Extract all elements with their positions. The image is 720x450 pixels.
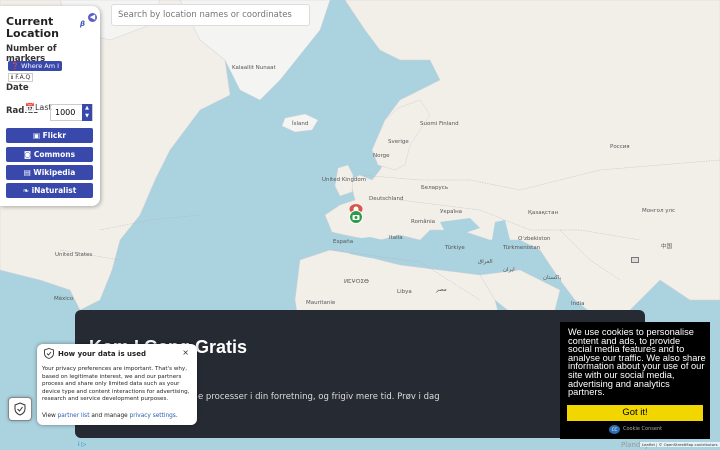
chevron-left-icon: ◀ bbox=[89, 13, 96, 21]
privacy-and-manage-text: and manage bbox=[91, 413, 128, 419]
date-select[interactable]: 📅Last bbox=[25, 103, 52, 112]
map-label-turkmenistan: Türkmenistan bbox=[503, 245, 541, 251]
ad-info-icon[interactable]: i ▷ bbox=[78, 441, 86, 448]
cookie-message: We use cookies to personalise content an… bbox=[568, 327, 706, 398]
chevron-down-icon: ▼ bbox=[85, 113, 89, 119]
date-label: Date bbox=[6, 83, 29, 93]
flickr-icon: ▣ bbox=[32, 131, 41, 140]
camera-icon: ◙ bbox=[23, 150, 32, 159]
privacy-settings-link[interactable]: privacy settings bbox=[130, 413, 176, 419]
beta-badge: β bbox=[80, 20, 86, 28]
map-label-russia: Россия bbox=[610, 144, 630, 150]
map-label-greenland: Kalaallit Nunaat bbox=[232, 65, 276, 71]
panel-title: Current Location bbox=[6, 15, 59, 40]
collapse-panel-button[interactable]: ◀ bbox=[88, 13, 97, 22]
map-attribution[interactable]: Leaflet | © OpenStreetMap contributors bbox=[640, 442, 720, 447]
cookie-banner: We use cookies to personalise content an… bbox=[560, 322, 710, 439]
map-label-turkey: Türkiye bbox=[445, 245, 465, 251]
privacy-view-text: View bbox=[42, 413, 56, 419]
camera-marker-icon bbox=[349, 210, 363, 224]
shield-check-icon bbox=[14, 402, 26, 416]
map-label-iceland: Ísland bbox=[292, 121, 309, 127]
map-label-finland: Suomi Finland bbox=[420, 121, 459, 127]
leaf-icon: ❧ bbox=[22, 186, 29, 195]
wikipedia-label: Wikipedia bbox=[33, 168, 76, 177]
map-label-spain: España bbox=[333, 239, 354, 245]
side-panel: Current Location ◀ β Number of markers ❓… bbox=[0, 6, 100, 206]
search-input[interactable] bbox=[111, 4, 310, 26]
commons-label: Commons bbox=[33, 150, 76, 159]
map-label-iraq: العراق bbox=[478, 259, 493, 265]
cookie-consent-link[interactable]: Cookie Consent bbox=[623, 426, 662, 432]
close-icon[interactable]: × bbox=[182, 348, 189, 357]
privacy-shield-button[interactable] bbox=[8, 397, 32, 421]
map-label-mongolia: Монгол улс bbox=[642, 208, 676, 214]
where-am-i-label: Where Am I bbox=[21, 62, 60, 70]
map-label-india: India bbox=[571, 301, 585, 307]
map-label-pakistan: پاکستان bbox=[543, 275, 562, 281]
shield-check-icon bbox=[44, 348, 54, 359]
map-label-mexico: México bbox=[54, 296, 74, 302]
map-label-norway: Norge bbox=[373, 153, 390, 159]
ad-copy: e processer i din forretning, og frigiv … bbox=[198, 392, 440, 402]
privacy-title: How your data is used bbox=[58, 350, 146, 358]
wikipedia-icon: ▤ bbox=[23, 168, 31, 177]
map-label-china: 中国 bbox=[661, 244, 673, 250]
faq-label: F.A.Q bbox=[15, 74, 31, 81]
wikipedia-button[interactable]: ▤ Wikipedia bbox=[6, 165, 93, 180]
where-am-i-button[interactable]: ❓ Where Am I bbox=[8, 61, 63, 71]
map-label-ukraine: Україна bbox=[440, 209, 463, 215]
map-label-belarus: Беларусь bbox=[421, 185, 449, 191]
inaturalist-button[interactable]: ❧ iNaturalist bbox=[6, 183, 93, 198]
map-label-kazakhstan: Қазақстан bbox=[528, 210, 559, 216]
map-label-egypt: مصر bbox=[436, 287, 447, 293]
map-label-usa: United States bbox=[55, 252, 93, 258]
privacy-popup: How your data is used × Your privacy pre… bbox=[37, 344, 197, 425]
info-icon: ℹ bbox=[11, 74, 14, 81]
calendar-icon: 📅 bbox=[25, 103, 35, 112]
map-label-germany: Deutschland bbox=[369, 196, 404, 202]
privacy-links: View partner list and manage privacy set… bbox=[42, 413, 178, 419]
map-label-uk: United Kingdom bbox=[322, 177, 367, 183]
map-label-morocco: ⵍⵎⵖⵔⵉⴱ bbox=[344, 279, 369, 285]
map-label-libya: Libya bbox=[397, 289, 412, 295]
cookie-accept-button[interactable]: Got it! bbox=[567, 405, 703, 421]
privacy-body: Your privacy preferences are important. … bbox=[42, 366, 190, 402]
map-label-mauritania: Mauritanie bbox=[306, 300, 336, 306]
map-label-sweden: Sverige bbox=[388, 139, 409, 145]
map-label-uzbekistan: Oʻzbekiston bbox=[518, 236, 551, 242]
faq-link[interactable]: ℹ F.A.Q bbox=[8, 73, 34, 82]
map-label-romania: România bbox=[411, 219, 436, 225]
flickr-button[interactable]: ▣ Flickr bbox=[6, 128, 93, 143]
question-icon: ❓ bbox=[11, 62, 20, 70]
pin-marker-icon bbox=[631, 257, 639, 263]
commons-button[interactable]: ◙ Commons bbox=[6, 147, 93, 162]
inaturalist-label: iNaturalist bbox=[31, 186, 77, 195]
chevron-up-icon: ▲ bbox=[85, 105, 89, 111]
cookie-consent-icon: CC bbox=[609, 425, 620, 434]
partner-list-link[interactable]: partner list bbox=[58, 413, 90, 419]
map-label-iran: ایران bbox=[503, 267, 515, 273]
radius-stepper[interactable]: ▲ ▼ bbox=[82, 104, 92, 121]
map-label-italy: Italia bbox=[389, 235, 403, 241]
flickr-label: Flickr bbox=[42, 131, 67, 140]
